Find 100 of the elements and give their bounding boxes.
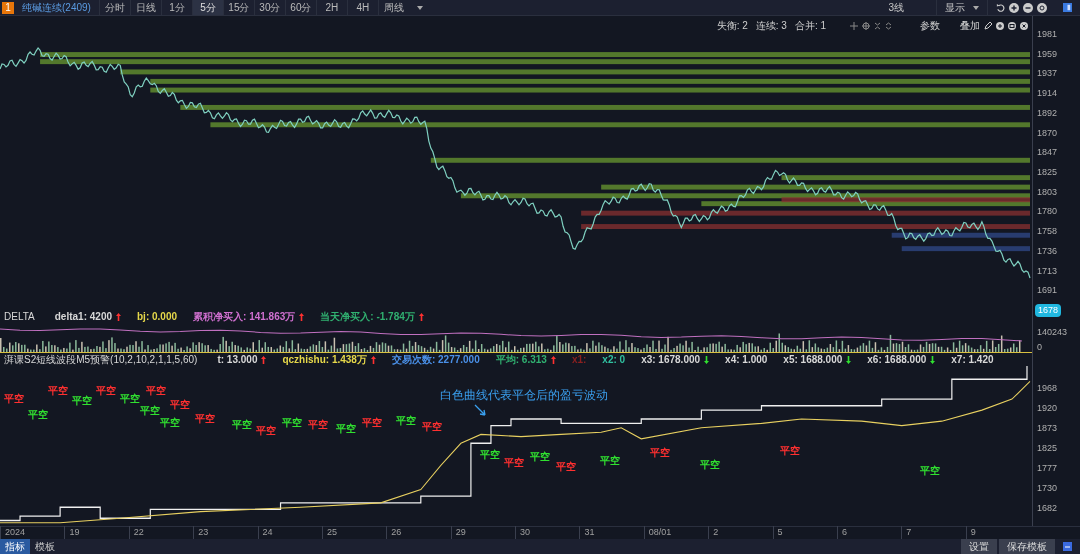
price-axis-label: 1959 bbox=[1037, 47, 1059, 61]
trade-marker-label: 平空 bbox=[256, 426, 276, 436]
param-text: 失衡: 2 bbox=[716, 19, 748, 33]
crosshair-icon[interactable] bbox=[850, 21, 858, 30]
indicator-value: x1: bbox=[571, 353, 587, 367]
period-tab[interactable]: 分时 bbox=[98, 0, 130, 15]
price-axis-label: 1825 bbox=[1037, 166, 1059, 180]
indicator-value: 累积净买入: 141.863万 bbox=[193, 310, 296, 324]
indicator-value: 交易次数: 2277.000 bbox=[391, 353, 480, 367]
trade-marker-label: 平空 bbox=[362, 418, 382, 428]
trade-marker-label: 平空 bbox=[48, 386, 68, 396]
trade-marker-label: 平空 bbox=[336, 424, 356, 434]
expand-icon[interactable] bbox=[885, 21, 892, 30]
equity-axis-label: 1682 bbox=[1037, 502, 1059, 516]
period-tab[interactable]: 2H bbox=[315, 0, 347, 15]
trade-marker-label: 平空 bbox=[4, 394, 24, 404]
price-axis-label: 1892 bbox=[1037, 106, 1059, 120]
overlay-button[interactable]: 叠加 bbox=[960, 18, 980, 33]
trade-marker-label: 平空 bbox=[504, 458, 524, 468]
indicator-value: x2: 0 bbox=[602, 353, 626, 367]
trade-marker-label: 平空 bbox=[160, 418, 180, 428]
up-arrow-icon bbox=[261, 355, 267, 364]
indicator-value: delta1: 4200 bbox=[54, 310, 112, 324]
indicator-value: 平均: 6.313 bbox=[495, 353, 547, 367]
footer-button[interactable]: 保存模板 bbox=[999, 539, 1055, 554]
equity-axis-label: 1730 bbox=[1037, 482, 1059, 496]
delta-axis-label: 140243 bbox=[1037, 326, 1069, 339]
price-axis-label: 1847 bbox=[1037, 146, 1059, 160]
price-axis-label: 1870 bbox=[1037, 126, 1059, 140]
down-arrow-icon bbox=[846, 355, 852, 364]
trade-marker-label: 平空 bbox=[170, 400, 190, 410]
trade-marker-label: 平空 bbox=[282, 418, 302, 428]
layout-button[interactable]: 3线 bbox=[880, 0, 912, 15]
period-tab[interactable]: 日线 bbox=[129, 0, 161, 15]
indicator-name: 湃课S2短线波段M5预警(10,2,10,2,1,1,5,60) bbox=[4, 353, 198, 367]
delta-axis-label: 0 bbox=[1037, 340, 1043, 354]
trade-marker-label: 平空 bbox=[650, 448, 670, 458]
up-arrow-icon bbox=[418, 312, 424, 321]
period-tab[interactable]: 30分 bbox=[253, 0, 285, 15]
period-tab[interactable]: 周线 bbox=[377, 0, 409, 15]
params-button[interactable]: 参数 bbox=[920, 18, 940, 33]
annotation-arrow-icon bbox=[474, 404, 488, 418]
trade-marker-label: 平空 bbox=[530, 452, 550, 462]
period-tab[interactable]: 1分 bbox=[160, 0, 192, 15]
zoom-out-icon[interactable] bbox=[1023, 2, 1033, 13]
window-number-badge: 1 bbox=[2, 1, 14, 14]
up-arrow-icon bbox=[550, 355, 556, 364]
trade-marker-label: 平空 bbox=[556, 462, 576, 472]
trade-marker-label: 平空 bbox=[232, 420, 252, 430]
indicator-value: x7: 1.420 bbox=[951, 353, 994, 367]
up-arrow-icon bbox=[116, 312, 121, 321]
bottom-tab[interactable]: 指标 bbox=[0, 539, 30, 554]
down-arrow-icon bbox=[704, 355, 710, 364]
panel-icon[interactable] bbox=[1063, 3, 1072, 12]
trade-marker-label: 平空 bbox=[600, 456, 620, 466]
price-axis-label: 1780 bbox=[1037, 205, 1059, 219]
equity-axis-label: 1873 bbox=[1037, 422, 1059, 436]
period-tab[interactable]: 5分 bbox=[191, 0, 223, 15]
trade-marker-label: 平空 bbox=[308, 420, 328, 430]
pencil-icon[interactable] bbox=[984, 21, 992, 30]
param-text: 连续: 3 bbox=[755, 19, 787, 33]
trade-marker-label: 平空 bbox=[396, 416, 416, 426]
indicator-value: t: 13.000 bbox=[217, 353, 258, 367]
indicator-value: x6: 1688.000 bbox=[867, 353, 927, 367]
trade-marker-label: 平空 bbox=[140, 406, 160, 416]
param-text: 合并: 1 bbox=[794, 19, 826, 33]
equity-axis-label: 1825 bbox=[1037, 442, 1059, 456]
undo-icon[interactable] bbox=[996, 3, 1005, 12]
period-tab[interactable]: 15分 bbox=[222, 0, 254, 15]
annotation-text: 白色曲线代表平仓后的盈亏波动 bbox=[440, 387, 608, 404]
price-axis-label: 1937 bbox=[1037, 67, 1059, 81]
trade-marker-label: 平空 bbox=[120, 394, 140, 404]
trade-marker-label: 平空 bbox=[480, 450, 500, 460]
settings-icon[interactable] bbox=[1037, 2, 1047, 13]
up-arrow-icon bbox=[299, 312, 305, 321]
down-arrow-icon bbox=[930, 355, 936, 364]
price-axis-label: 1691 bbox=[1037, 284, 1059, 298]
footer-button[interactable]: 设置 bbox=[961, 539, 997, 554]
indicator-value: x4: 1.000 bbox=[725, 353, 768, 367]
trade-marker-label: 平空 bbox=[920, 466, 940, 476]
caret-icon[interactable] bbox=[416, 5, 423, 10]
indicator-value: bj: 0.000 bbox=[137, 310, 178, 324]
bottom-tab[interactable]: 模板 bbox=[30, 539, 60, 554]
symbol-tab[interactable]: 纯碱连续(2409) bbox=[14, 0, 99, 15]
close-icon[interactable] bbox=[1020, 21, 1028, 30]
indicator-value: x5: 1688.000 bbox=[783, 353, 843, 367]
target-icon[interactable] bbox=[862, 21, 870, 30]
indicator-value: x3: 1678.000 bbox=[641, 353, 701, 367]
equity-axis-label: 1920 bbox=[1037, 402, 1059, 416]
zoom-in-icon[interactable] bbox=[1009, 2, 1019, 13]
equity-axis-label: 1777 bbox=[1037, 462, 1059, 476]
price-axis-label: 1914 bbox=[1037, 87, 1059, 101]
display-dropdown[interactable]: 显示 bbox=[936, 0, 987, 15]
price-axis-label: 1981 bbox=[1037, 28, 1059, 41]
price-axis-label: 1758 bbox=[1037, 225, 1059, 239]
equity-axis-label: 1968 bbox=[1037, 382, 1059, 395]
period-tab[interactable]: 4H bbox=[346, 0, 378, 15]
trade-marker-label: 平空 bbox=[422, 422, 442, 432]
period-tab[interactable]: 60分 bbox=[284, 0, 316, 15]
trade-marker-label: 平空 bbox=[700, 460, 720, 470]
